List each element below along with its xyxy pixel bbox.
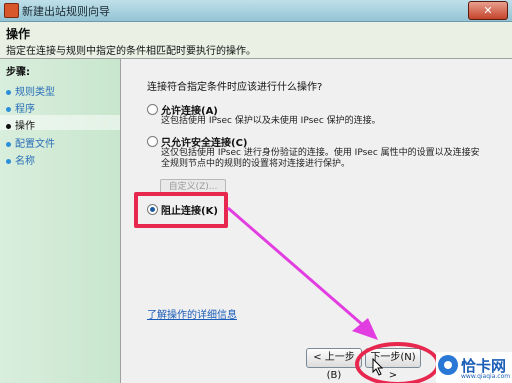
watermark-logo-icon (438, 355, 458, 375)
wizard-window: 新建出站规则向导 ✕ 操作 指定在连接与规则中指定的条件相匹配时要执行的操作。 … (0, 0, 512, 383)
mouse-cursor-icon (372, 358, 384, 376)
arrow-head (352, 318, 378, 340)
pointer-arrow (227, 206, 378, 340)
watermark-logo: 恰卡网 www.qiaqia.com (436, 352, 512, 383)
watermark-url: www.qiaqia.com (461, 373, 511, 380)
arrow-shaft (227, 206, 365, 328)
